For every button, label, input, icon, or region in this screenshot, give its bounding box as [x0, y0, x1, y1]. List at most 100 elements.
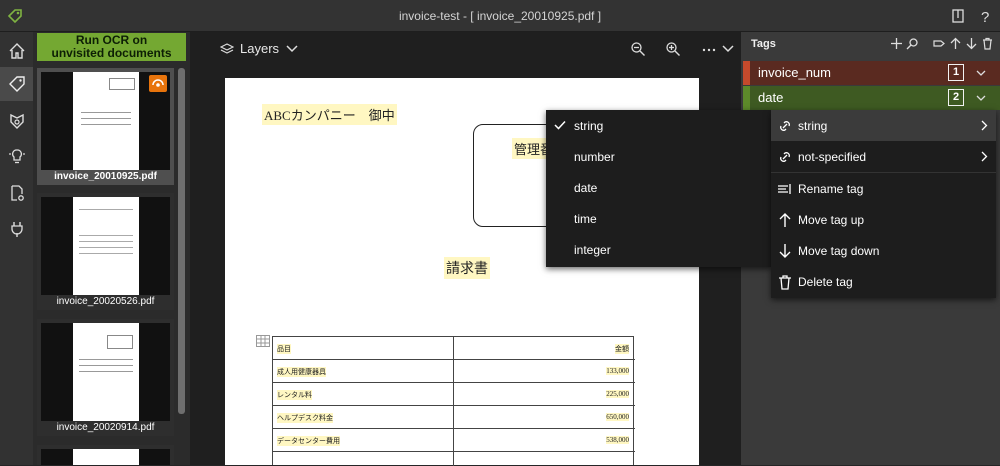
- chevron-right-icon: [981, 151, 988, 162]
- run-ocr-button[interactable]: Run OCR on unvisited documents: [37, 33, 186, 61]
- table-cell[interactable]: ヘルプデスク料金: [277, 413, 333, 423]
- table-cell[interactable]: 金額: [615, 344, 629, 354]
- lightbulb-icon: [8, 149, 25, 164]
- table-cell[interactable]: 成人用健康器具: [277, 367, 326, 377]
- chevron-down-icon[interactable]: [720, 41, 736, 57]
- menu-item-move-tag-down[interactable]: Move tag down: [771, 235, 996, 266]
- nav-model[interactable]: [0, 104, 33, 138]
- doc-table: 品目 金額 成人用健康器具 133,000 レンタル料 225,000 ヘルプデ…: [272, 336, 635, 466]
- tag-label: invoice_num: [758, 65, 831, 80]
- arrow-down-icon[interactable]: [965, 37, 978, 50]
- nav-connections[interactable]: [0, 212, 33, 246]
- tag-icon: [8, 76, 25, 92]
- doc-heading[interactable]: 請求書: [444, 257, 490, 279]
- type-option-time[interactable]: time: [546, 203, 772, 234]
- tag-color-bar: [743, 86, 750, 110]
- help-icon[interactable]: ?: [976, 7, 994, 25]
- document-settings-icon: [10, 185, 24, 201]
- add-icon[interactable]: [890, 37, 903, 50]
- table-cell[interactable]: 650,000: [606, 413, 629, 421]
- nav-predict[interactable]: [0, 139, 33, 173]
- zoom-out-icon[interactable]: [630, 41, 646, 57]
- table-cell[interactable]: 品目: [277, 344, 291, 354]
- left-navigation: [0, 32, 33, 465]
- table-cell[interactable]: 133,000: [606, 367, 629, 375]
- thumbnail-preview: [41, 323, 170, 421]
- tag-item-date[interactable]: date 2: [743, 86, 1000, 110]
- layers-label: Layers: [240, 41, 280, 56]
- type-option-label: date: [574, 181, 598, 195]
- visited-badge: [149, 75, 167, 92]
- nav-home[interactable]: [0, 34, 33, 68]
- menu-item-string[interactable]: string: [771, 110, 996, 141]
- menu-item-not-specified[interactable]: not-specified: [771, 141, 996, 172]
- chevron-right-icon: [981, 120, 988, 131]
- menu-item-delete-tag[interactable]: Delete tag: [771, 266, 996, 297]
- table-cell[interactable]: 225,000: [606, 390, 629, 398]
- tag-context-menu: string not-specified Rename tag Move tag…: [771, 110, 996, 298]
- link-icon: [780, 152, 790, 162]
- tag-hotkey-badge: 2: [948, 89, 964, 106]
- thumbnail-item[interactable]: invoice_20020914.pdf: [37, 319, 174, 436]
- table-icon[interactable]: [256, 335, 270, 347]
- chevron-down-icon[interactable]: [975, 67, 987, 79]
- layers-icon: [220, 42, 234, 54]
- chevron-down-icon[interactable]: [975, 92, 987, 104]
- thumbnail-preview: [41, 197, 170, 295]
- type-option-label: time: [574, 212, 597, 226]
- menu-item-label: Rename tag: [798, 182, 864, 196]
- zoom-in-icon[interactable]: [665, 41, 681, 57]
- menu-item-label: not-specified: [798, 150, 867, 164]
- menu-item-rename-tag[interactable]: Rename tag: [771, 173, 996, 204]
- menu-item-move-tag-up[interactable]: Move tag up: [771, 204, 996, 235]
- thumbnail-item[interactable]: invoice_20010925.pdf: [37, 68, 174, 185]
- model-icon: [9, 113, 24, 129]
- chevron-down-icon: [286, 44, 298, 52]
- thumbnail-scrollbar-thumb[interactable]: [178, 68, 185, 414]
- table-row: ヘルプデスク料金 650,000: [273, 406, 635, 429]
- svg-text:?: ?: [981, 9, 989, 25]
- type-option-date[interactable]: date: [546, 172, 772, 203]
- tag-color-bar: [743, 61, 750, 85]
- link-icon: [780, 121, 790, 131]
- doc-company[interactable]: ABCカンパニー 御中: [262, 104, 397, 125]
- table-row: レンタル料 225,000: [273, 383, 635, 406]
- arrow-up-icon[interactable]: [949, 37, 962, 50]
- type-option-label: string: [574, 119, 604, 133]
- layers-dropdown[interactable]: Layers: [220, 41, 299, 56]
- table-cell[interactable]: 538,000: [606, 436, 629, 444]
- rename-icon: [778, 184, 791, 194]
- thumbnail-name: invoice_20020526.pdf: [56, 296, 155, 307]
- tags-title: Tags: [751, 38, 776, 50]
- run-ocr-label-line2: unvisited documents: [51, 46, 172, 60]
- thumbnail-preview: [41, 449, 170, 465]
- tag-item-invoice-num[interactable]: invoice_num 1: [743, 61, 1000, 85]
- type-option-label: number: [574, 150, 615, 164]
- thumbnail-pane: Run OCR on unvisited documents invoice_2…: [33, 32, 190, 465]
- search-icon[interactable]: [906, 37, 919, 50]
- thumbnail-item[interactable]: [37, 445, 174, 465]
- arrow-up-icon: [779, 213, 791, 227]
- table-row: データセンター費用 538,000: [273, 429, 635, 452]
- table-cell[interactable]: レンタル料: [277, 390, 312, 400]
- table-cell[interactable]: データセンター費用: [277, 436, 340, 446]
- type-option-integer[interactable]: integer: [546, 234, 772, 265]
- menu-item-label: Move tag down: [798, 244, 880, 258]
- menu-item-label: Move tag up: [798, 213, 865, 227]
- eye-icon: [152, 79, 164, 87]
- more-options-icon[interactable]: [701, 41, 717, 57]
- thumbnail-item[interactable]: invoice_20020526.pdf: [37, 193, 174, 310]
- tag-label: date: [758, 90, 784, 105]
- home-icon: [9, 43, 24, 59]
- nav-settings[interactable]: [0, 176, 33, 210]
- title-bar: invoice-test - [ invoice_20010925.pdf ] …: [0, 0, 1000, 32]
- arrow-down-icon: [779, 244, 791, 258]
- nav-tag[interactable]: [0, 67, 33, 101]
- type-option-string[interactable]: string: [546, 110, 772, 141]
- type-option-number[interactable]: number: [546, 141, 772, 172]
- table-row: 品目 金額: [273, 337, 635, 360]
- book-icon[interactable]: [949, 7, 967, 25]
- lock-tag-icon[interactable]: [933, 37, 946, 50]
- thumbnail-name: invoice_20020914.pdf: [56, 422, 155, 433]
- trash-icon[interactable]: [981, 37, 994, 50]
